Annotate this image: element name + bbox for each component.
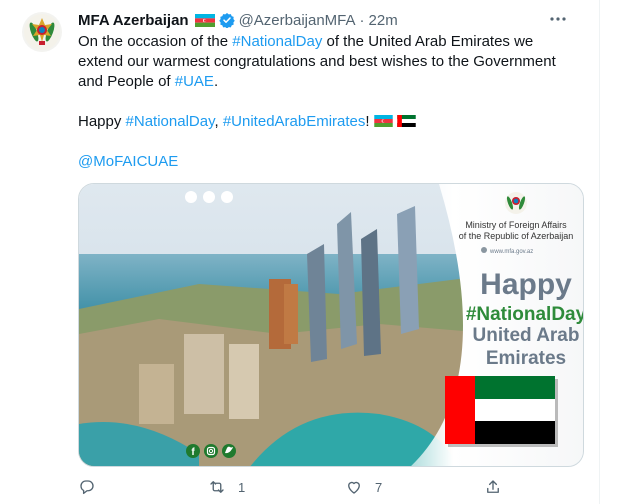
verified-icon [218,13,235,28]
reply-icon [80,480,94,495]
mention-link[interactable]: @MoFAICUAE [78,153,178,170]
reply-button[interactable] [78,478,108,496]
retweet-button[interactable]: 1 [208,478,245,496]
tweet-image[interactable]: Ministry of Foreign Affairs of the Repub… [78,183,584,467]
retweet-count: 1 [238,479,246,495]
retweet-icon [210,481,224,493]
uae-flag-icon [445,376,558,447]
twitter-icon [222,444,236,458]
ministry-line2: of the Republic of Azerbaijan [459,231,574,241]
tweet-text: On the occasion of the #NationalDay of t… [78,32,578,172]
ministry-site: www.mfa.gov.az [489,249,533,255]
like-count: 7 [375,479,383,495]
azerbaijan-flag-icon [373,115,393,127]
paragraph-congratulations: On the occasion of the #NationalDay of t… [78,32,578,92]
display-name[interactable]: MFA Azerbaijan [78,12,189,29]
text-fragment: ! [365,113,370,130]
tweet-card[interactable]: MFA Azerbaijan @AzerbaijanMFA · 22m On t… [0,0,600,504]
national-day-banner: Ministry of Foreign Affairs of the Repub… [79,184,584,466]
hashtag-link[interactable]: #UAE [175,73,214,90]
banner-hashtag: #NationalDay [466,304,584,325]
more-icon[interactable] [549,12,567,26]
like-icon [348,481,360,494]
hashtag-link[interactable]: #NationalDay [232,33,322,50]
share-button[interactable] [484,478,502,496]
ministry-line1: Ministry of Foreign Affairs [465,220,567,230]
banner-happy: Happy [480,268,572,301]
hashtag-link[interactable]: #UnitedArabEmirates [223,113,366,130]
azerbaijan-flag-icon [194,13,215,27]
hashtag-link[interactable]: #NationalDay [126,113,215,130]
share-icon [487,480,499,493]
tweet-header: MFA Azerbaijan @AzerbaijanMFA · 22m [78,10,398,30]
tweet-actions: 1 7 [78,478,508,502]
emblem-icon [24,14,60,50]
text-fragment: Happy [78,113,126,130]
text-fragment: , [214,113,223,130]
facebook-icon: f [186,444,200,458]
banner-country-line1: United Arab [473,325,580,346]
handle[interactable]: @AzerbaijanMFA [239,12,356,29]
separator-dot: · [359,11,365,29]
paragraph-mention: @MoFAICUAE [78,152,578,172]
text-fragment: On the occasion of the [78,33,233,50]
instagram-icon [204,444,218,458]
uae-flag-icon [396,115,416,127]
timestamp[interactable]: 22m [369,12,398,29]
avatar[interactable] [22,12,62,52]
paragraph-happy: Happy #NationalDay, #UnitedArabEmirates! [78,112,578,132]
emblem-icon [505,192,527,214]
text-fragment: . [213,73,219,90]
like-button[interactable]: 7 [345,478,382,496]
banner-country-line2: Emirates [486,348,566,369]
